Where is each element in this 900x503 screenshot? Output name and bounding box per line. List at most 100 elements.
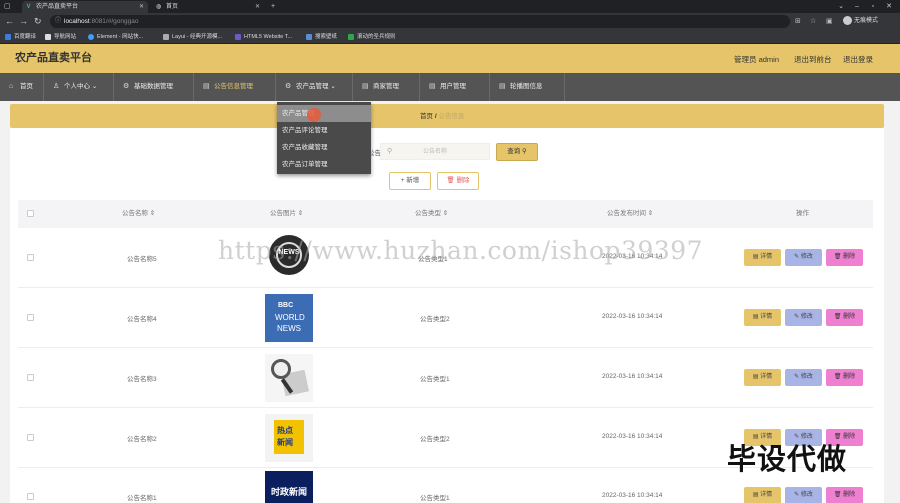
nav-item-notices[interactable]: ▤ 公告信息管理: [194, 73, 276, 101]
browser-tab[interactable]: ◍ 首页 ✕: [152, 1, 264, 13]
bookmark-star-icon[interactable]: ☆: [810, 16, 816, 27]
add-button[interactable]: + 新增: [389, 172, 431, 190]
edit-button[interactable]: ✎ 修改: [785, 249, 822, 266]
bookmark-item[interactable]: 滚动的圣兵规则: [348, 30, 396, 44]
extensions-icon[interactable]: ▣: [826, 16, 833, 27]
table-row: 公告名称3 公告类型1 2022-03-16 10:34:14 ▤ 详情 ✎ 修…: [18, 348, 873, 408]
thumb-text: NEWS: [277, 324, 301, 333]
browser-tab-active[interactable]: V 农产品直卖平台 ✕: [22, 1, 148, 13]
url-input[interactable]: ⓘ localhost:8081/#/gonggao: [50, 15, 790, 28]
notice-time: 2022-03-16 10:34:14: [602, 373, 663, 380]
tab-list-icon[interactable]: ⌄: [834, 0, 848, 13]
column-header-time[interactable]: 公告发布时间 ⇕: [607, 200, 653, 228]
delete-button[interactable]: 🗑 删除: [826, 309, 863, 326]
menu-item-product-favorites[interactable]: 农产品收藏管理: [277, 139, 371, 156]
search-placeholder: 公告名称: [423, 149, 448, 155]
thumb-text: WORLD: [275, 313, 305, 322]
bookmark-item[interactable]: 百度翻译: [5, 30, 36, 44]
select-all-checkbox[interactable]: [27, 210, 34, 217]
bookmark-item[interactable]: 导航网站: [45, 30, 76, 44]
notice-image-magnifier[interactable]: [265, 354, 313, 402]
browser-tab-strip: ▢ V 农产品直卖平台 ✕ ◍ 首页 ✕ + ⌄ – ▫ ✕: [0, 0, 900, 13]
chevron-down-icon: ⌄: [91, 83, 98, 90]
notice-type: 公告类型2: [420, 316, 450, 323]
watermark-url: https://www.huzhan.com/ishop39397: [218, 236, 704, 265]
logout-link[interactable]: 退出登录: [843, 44, 873, 76]
row-checkbox[interactable]: [27, 434, 34, 441]
new-tab-icon[interactable]: +: [266, 0, 280, 13]
nav-item-home[interactable]: ⌂ 首页: [0, 73, 44, 101]
notice-type: 公告类型1: [420, 376, 450, 383]
thumb-text: BBC: [278, 302, 294, 309]
batch-delete-button[interactable]: 🗑 删除: [437, 172, 479, 190]
thumb-text: 新闻: [277, 438, 293, 447]
notice-time: 2022-03-16 10:34:14: [602, 492, 663, 499]
list-icon: ▤: [362, 83, 369, 90]
forward-icon[interactable]: →: [19, 16, 28, 27]
detail-button[interactable]: ▤ 详情: [744, 249, 781, 266]
column-header-name[interactable]: 公告名称 ⇕: [122, 200, 155, 228]
close-icon[interactable]: ✕: [255, 1, 260, 13]
column-header-type[interactable]: 公告类型 ⇕: [415, 200, 448, 228]
row-checkbox[interactable]: [27, 374, 34, 381]
avatar: [843, 16, 852, 25]
close-window-icon[interactable]: ✕: [882, 0, 896, 13]
nav-item-products[interactable]: ⚙ 农产品管理 ⌄: [276, 73, 353, 101]
menu-item-products[interactable]: 农产品管理: [277, 105, 371, 122]
tab-title: 农产品直卖平台: [36, 4, 79, 10]
minimize-icon[interactable]: –: [850, 0, 864, 13]
row-checkbox[interactable]: [27, 254, 34, 261]
nav-item-basic-data[interactable]: ⚙ 基础数据管理: [114, 73, 194, 101]
nav-item-profile[interactable]: ♙ 个人中心 ⌄: [44, 73, 114, 101]
bookmark-item[interactable]: HTML5 Website T...: [235, 30, 292, 44]
reload-icon[interactable]: ↻: [34, 16, 42, 27]
notice-image-bbc[interactable]: BBC WORLD NEWS: [265, 294, 313, 342]
search-button[interactable]: 查询 ⚲: [496, 143, 538, 161]
delete-button[interactable]: 🗑 删除: [826, 249, 863, 266]
nav-item-carousel[interactable]: ▤ 轮播图信息: [490, 73, 565, 101]
notice-name: 公告名称2: [127, 436, 157, 443]
edit-button[interactable]: ✎ 修改: [785, 309, 822, 326]
notice-name: 公告名称4: [127, 316, 157, 323]
detail-button[interactable]: ▤ 详情: [744, 369, 781, 386]
home-icon: ⌂: [9, 83, 14, 90]
bookmark-item[interactable]: 搜索壁纸: [306, 30, 337, 44]
search-input[interactable]: ⚲ 公告名称: [380, 143, 490, 160]
notice-time: 2022-03-16 10:34:14: [602, 313, 663, 320]
bookmarks-bar: 百度翻译 导航网站 Element - 网站快... Layui - 经典开源模…: [0, 30, 900, 44]
maximize-icon[interactable]: ▫: [866, 0, 880, 13]
gear-icon: ⚙: [285, 83, 292, 90]
nav-item-merchants[interactable]: ▤ 商家管理: [353, 73, 420, 101]
main-nav: ⌂ 首页 ♙ 个人中心 ⌄ ⚙ 基础数据管理 ▤ 公告信息管理 ⚙ 农产品管理 ⌄ ▤ 商家…: [0, 73, 900, 101]
info-icon: ⓘ: [55, 18, 62, 24]
column-header-image[interactable]: 公告图片 ⇕: [270, 200, 303, 228]
url-path: :8081/#/gonggao: [89, 18, 139, 25]
gear-icon: ⚙: [123, 83, 130, 90]
detail-button[interactable]: ▤ 详情: [744, 487, 781, 503]
goto-front-link[interactable]: 退出到前台: [794, 44, 832, 76]
detail-button[interactable]: ▤ 详情: [744, 309, 781, 326]
row-checkbox[interactable]: [27, 314, 34, 321]
bookmark-item[interactable]: Element - 网站快...: [88, 30, 143, 44]
table-header: 公告名称 ⇕ 公告图片 ⇕ 公告类型 ⇕ 公告发布时间 ⇕ 操作: [18, 200, 873, 228]
row-checkbox[interactable]: [27, 493, 34, 500]
bookmark-item[interactable]: Layui - 经典开源模...: [163, 30, 222, 44]
notice-image-hot-news[interactable]: 热点 新闻: [265, 414, 313, 462]
address-toolbar: ← → ↻ ⓘ localhost:8081/#/gonggao ⊞ ☆ ▣: [0, 13, 900, 30]
close-icon[interactable]: ✕: [139, 1, 144, 13]
back-icon[interactable]: ←: [5, 16, 14, 27]
breadcrumb-home[interactable]: 首页: [420, 113, 433, 120]
globe-favicon-icon: ◍: [155, 4, 162, 10]
delete-button[interactable]: 🗑 删除: [826, 369, 863, 386]
tab-search-icon[interactable]: ▢: [4, 0, 11, 13]
menu-item-product-reviews[interactable]: 农产品评论管理: [277, 122, 371, 139]
profile-chip[interactable]: 无痕模式: [843, 16, 878, 27]
menu-item-product-orders[interactable]: 农产品订单管理: [277, 156, 371, 173]
delete-button[interactable]: 🗑 删除: [826, 487, 863, 503]
notice-image-politics[interactable]: 时政新闻: [265, 471, 313, 503]
edit-button[interactable]: ✎ 修改: [785, 369, 822, 386]
translate-icon[interactable]: ⊞: [795, 16, 801, 27]
edit-button[interactable]: ✎ 修改: [785, 487, 822, 503]
thumb-text: 时政新闻: [270, 487, 307, 497]
nav-item-users[interactable]: ▤ 用户管理: [420, 73, 490, 101]
